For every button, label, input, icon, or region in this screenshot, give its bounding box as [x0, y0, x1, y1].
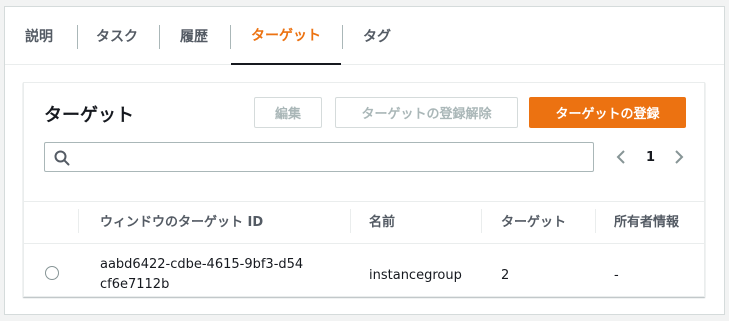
- tab-divider: [342, 25, 343, 49]
- edit-button[interactable]: 編集: [254, 97, 322, 128]
- page-number[interactable]: 1: [646, 150, 655, 165]
- cell-targets: 2: [501, 268, 510, 283]
- tab-targets[interactable]: ターゲット: [231, 7, 341, 65]
- tab-divider: [77, 25, 78, 49]
- chevron-left-icon: [616, 150, 625, 164]
- column-header-targets[interactable]: ターゲット: [501, 211, 566, 230]
- row-select-radio[interactable]: [45, 266, 59, 280]
- column-divider: [481, 209, 482, 233]
- column-header-target-id[interactable]: ウィンドウのターゲット ID: [100, 211, 263, 230]
- cell-target-id: aabd6422-cdbe-4615-9bf3-d54cf6e7112b: [100, 257, 304, 292]
- tab-bar: 説明 タスク 履歴 ターゲット タグ: [5, 7, 724, 65]
- previous-page-button[interactable]: [614, 145, 628, 169]
- tab-divider: [159, 25, 160, 49]
- deregister-target-button[interactable]: ターゲットの登録解除: [335, 97, 518, 128]
- column-header-owner[interactable]: 所有者情報: [614, 211, 679, 230]
- column-divider: [350, 209, 351, 233]
- search-input[interactable]: [44, 142, 594, 172]
- tab-description[interactable]: 説明: [25, 7, 53, 65]
- tab-history[interactable]: 履歴: [180, 7, 208, 65]
- table-divider: [24, 201, 704, 202]
- targets-tab-container: 説明 タスク 履歴 ターゲット タグ ターゲット 編集 ターゲットの登録解除 タ…: [4, 6, 725, 315]
- tab-tasks[interactable]: タスク: [96, 7, 138, 65]
- tab-tags[interactable]: タグ: [363, 7, 391, 65]
- search-icon: [54, 150, 70, 166]
- cell-name: instancegroup: [369, 268, 462, 283]
- cell-owner: -: [614, 268, 619, 283]
- register-target-button[interactable]: ターゲットの登録: [529, 97, 686, 128]
- table-header-divider: [24, 243, 704, 244]
- targets-panel: ターゲット 編集 ターゲットの登録解除 ターゲットの登録 1 ウィンドウのターゲ…: [23, 82, 705, 297]
- chevron-right-icon: [675, 150, 684, 164]
- next-page-button[interactable]: [672, 145, 686, 169]
- panel-title: ターゲット: [44, 105, 134, 126]
- column-header-name[interactable]: 名前: [369, 211, 395, 230]
- column-divider: [78, 209, 79, 233]
- column-divider: [595, 209, 596, 233]
- pagination-current[interactable]: 1: [646, 145, 655, 169]
